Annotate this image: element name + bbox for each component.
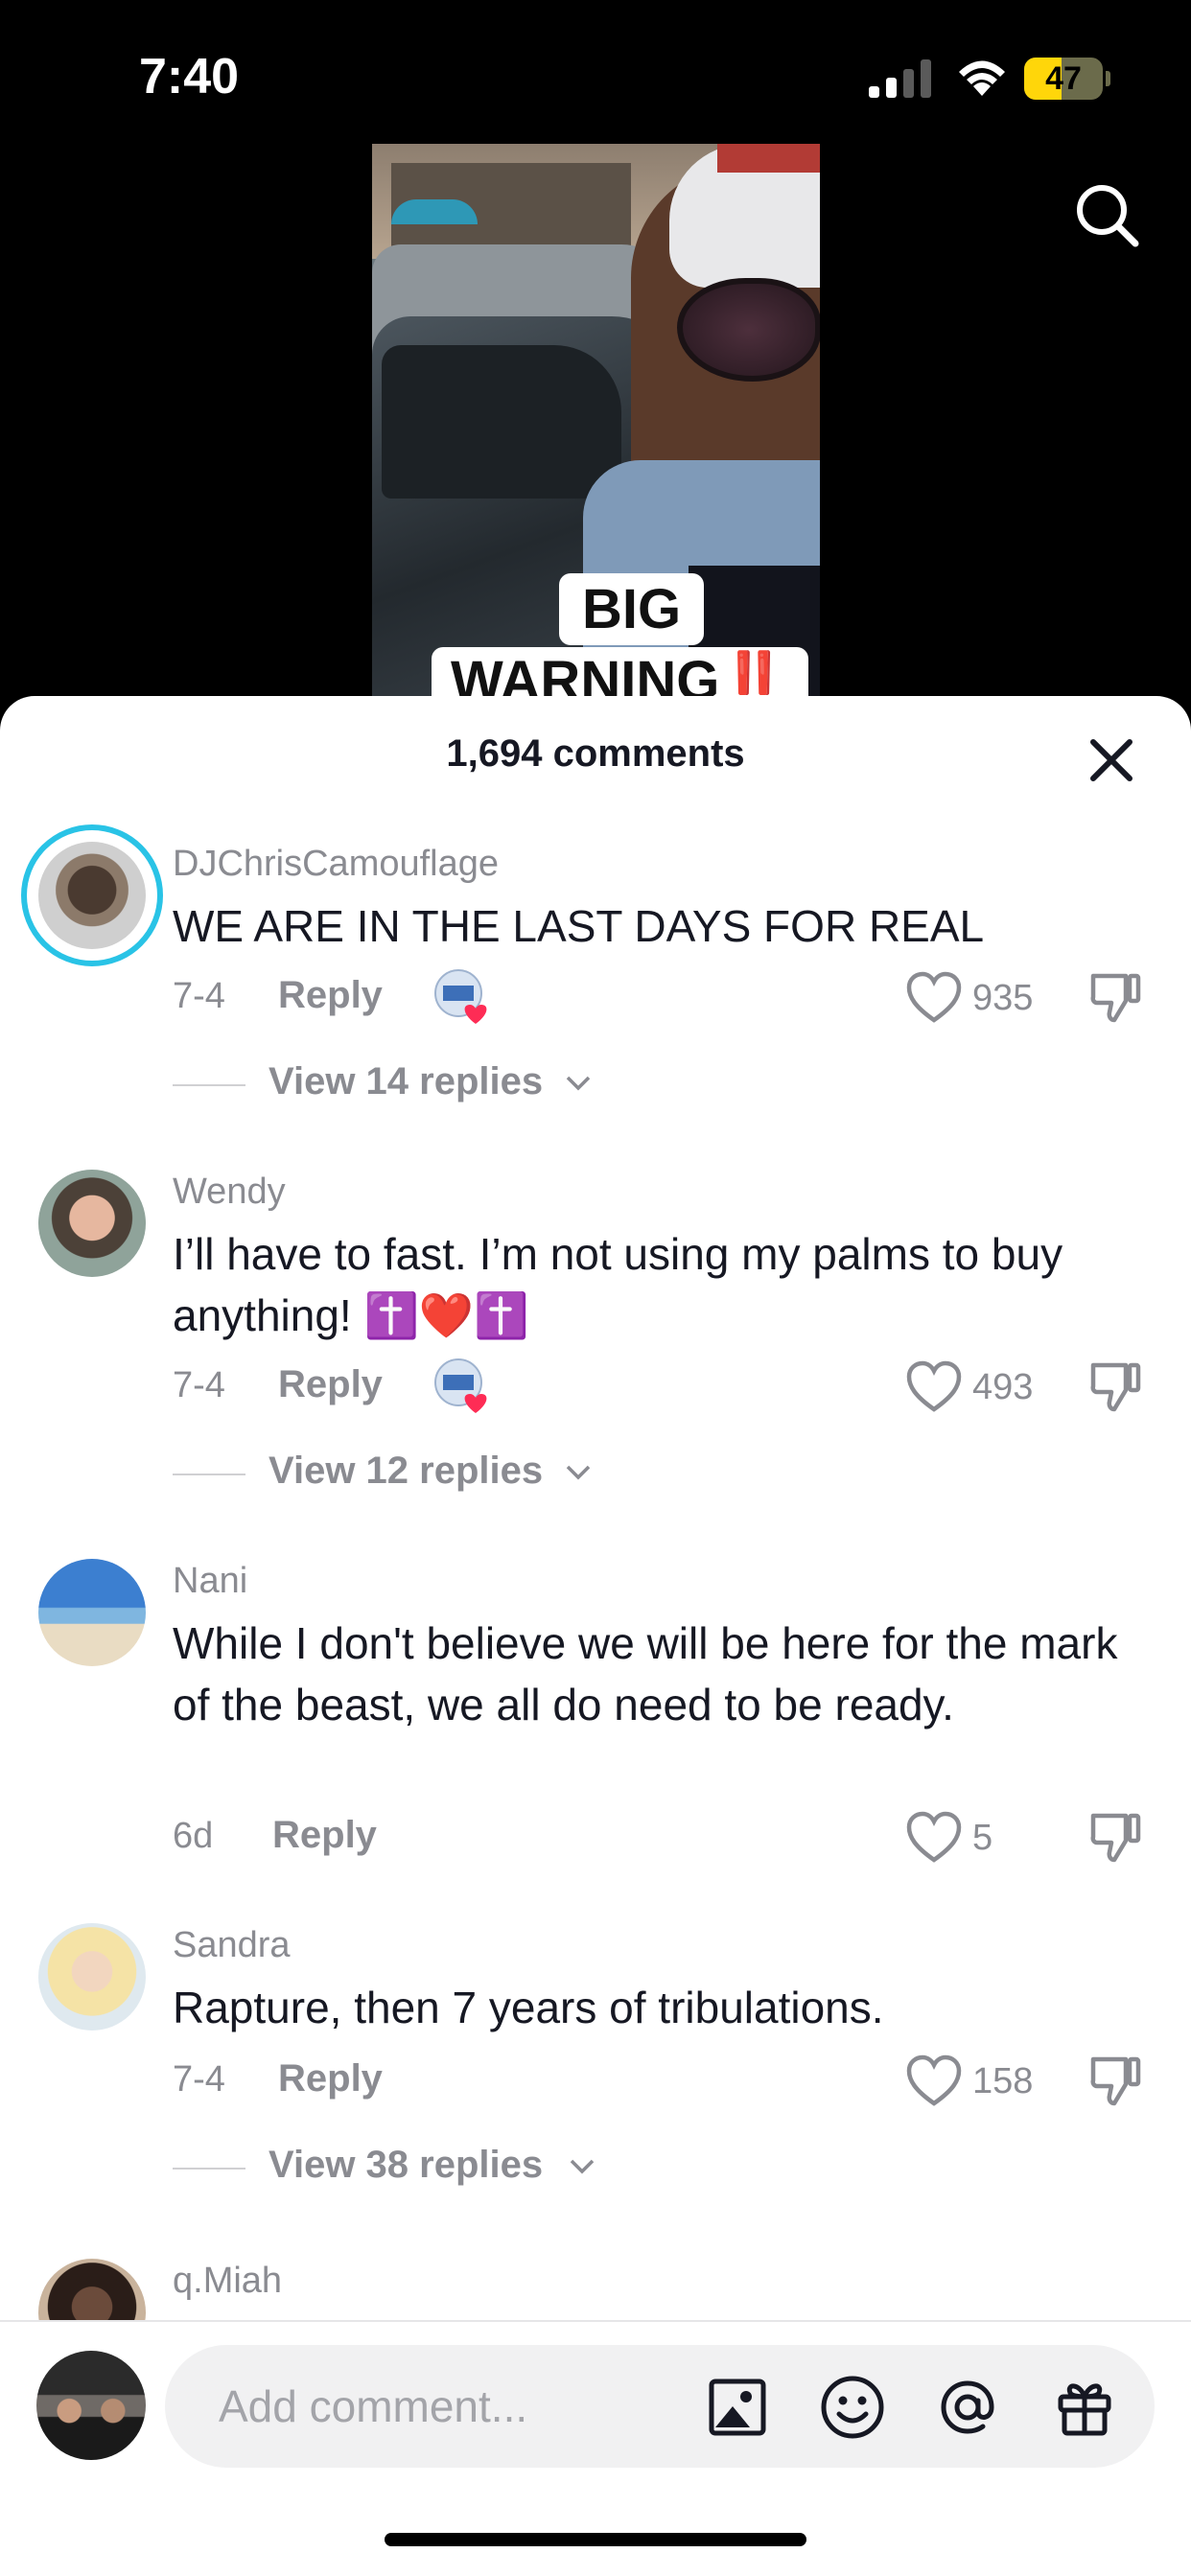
comment-username[interactable]: Nani (173, 1561, 247, 1602)
reply-button[interactable]: Reply (272, 1814, 377, 1857)
video-caption-word: WARNING (451, 650, 720, 700)
home-indicator[interactable] (385, 2533, 806, 2546)
dislike-icon[interactable] (1087, 1358, 1143, 1413)
reply-button[interactable]: Reply (278, 1363, 383, 1406)
comments-sheet: 1,694 comments DJChrisCamouflage WE ARE … (0, 696, 1191, 2576)
comment-field[interactable] (165, 2345, 1155, 2468)
comment-input-bar (0, 2322, 1191, 2576)
creator-liked-badge-icon (434, 969, 487, 1024)
heart-icon[interactable] (905, 1359, 963, 1413)
comment-text: Rapture, then 7 years of tribulations. (173, 1983, 884, 2032)
comment-username[interactable]: DJChrisCamouflage (173, 844, 499, 885)
video-thumbnail[interactable]: BIG WARNING‼️ (372, 144, 820, 700)
comment-username[interactable]: q.Miah (173, 2261, 282, 2302)
video-caption-line2: WARNING‼️ (432, 647, 808, 700)
comment-input[interactable] (219, 2368, 679, 2445)
mention-icon[interactable] (934, 2374, 1001, 2441)
comment-date: 6d (173, 1816, 214, 1856)
image-icon[interactable] (704, 2374, 771, 2441)
chevron-down-icon (566, 1076, 591, 1091)
like-count: 5 (972, 1818, 993, 1858)
reply-button[interactable]: Reply (278, 974, 383, 1017)
comment-text: I’ll have to fast. I’m not using my palm… (173, 1229, 1063, 1340)
view-replies-label: View 14 replies (269, 1060, 544, 1102)
heart-icon[interactable] (905, 1810, 963, 1864)
creator-liked-badge-icon (434, 1358, 487, 1413)
heart-icon[interactable] (905, 970, 963, 1024)
avatar[interactable] (38, 1170, 146, 1277)
avatar[interactable] (38, 1559, 146, 1666)
status-time: 7:40 (139, 49, 240, 104)
battery-icon: 47 (1024, 58, 1110, 100)
comment-date: 7-4 (173, 2059, 225, 2100)
like-count: 493 (972, 1367, 1034, 1407)
comment-username[interactable]: Wendy (173, 1172, 286, 1213)
comment-date: 7-4 (173, 1365, 225, 1405)
wifi-icon (959, 60, 1005, 96)
dislike-icon[interactable] (1087, 2052, 1143, 2107)
view-replies-label: View 38 replies (269, 2144, 544, 2186)
like-count: 935 (972, 978, 1034, 1018)
emoji-icon[interactable] (819, 2374, 886, 2441)
dislike-icon[interactable] (1087, 1808, 1143, 1864)
comment-date: 7-4 (173, 976, 225, 1016)
cellular-signal-icon (869, 59, 931, 98)
video-caption-emoji: ‼️ (719, 650, 789, 700)
reply-button[interactable]: Reply (278, 2057, 383, 2100)
close-icon[interactable] (1084, 732, 1139, 788)
avatar[interactable] (38, 1923, 146, 2031)
comments-count-title: 1,694 comments (446, 732, 745, 775)
like-count: 158 (972, 2061, 1034, 2101)
battery-percent: 47 (1045, 60, 1082, 97)
comment-text: WE ARE IN THE LAST DAYS FOR REAL (173, 901, 985, 951)
gift-icon[interactable] (1051, 2374, 1118, 2441)
heart-icon[interactable] (905, 2054, 963, 2107)
view-replies-label: View 12 replies (269, 1450, 544, 1492)
comment-username[interactable]: Sandra (173, 1925, 291, 1966)
status-bar: 7:40 47 (0, 0, 1191, 144)
video-caption-line1: BIG (559, 573, 705, 645)
dislike-icon[interactable] (1087, 968, 1143, 1024)
current-user-avatar (36, 2351, 146, 2460)
search-icon[interactable] (1072, 180, 1141, 249)
chevron-down-icon (566, 1465, 591, 1480)
chevron-down-icon (570, 2159, 595, 2174)
avatar[interactable] (38, 842, 146, 949)
comment-text: While I don't believe we will be here fo… (173, 1618, 1118, 1729)
